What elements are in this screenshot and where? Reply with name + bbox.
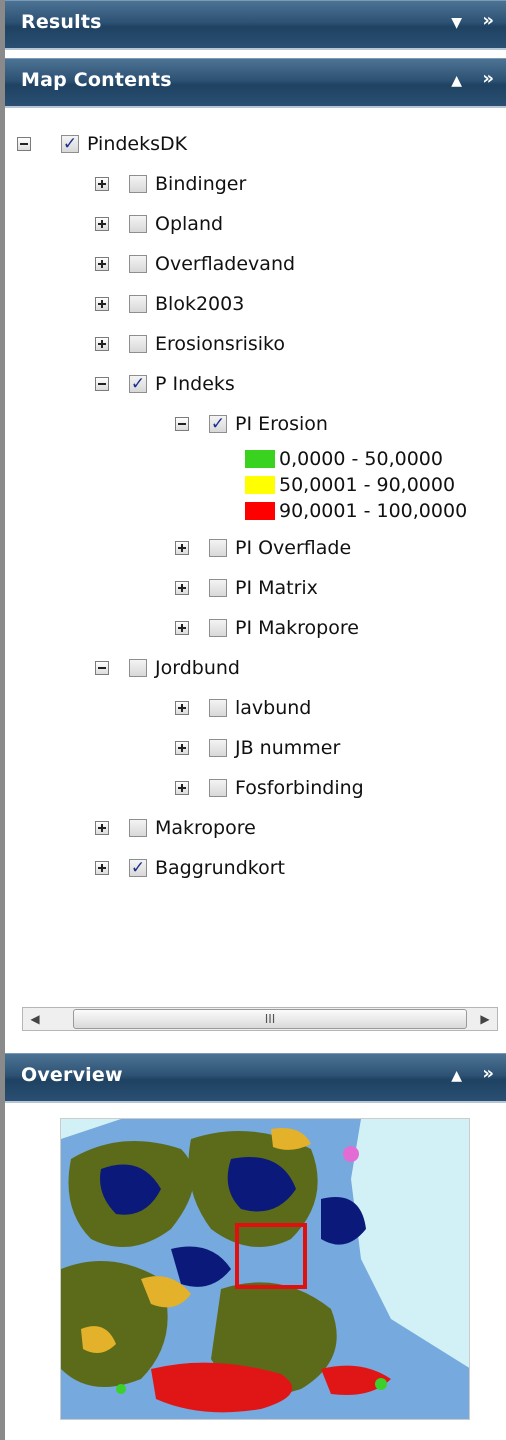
double-chevron-right-icon[interactable]: » [482,68,494,89]
tree-node-pi-matrix[interactable]: PI Matrix [175,573,318,603]
layer-label: Erosionsrisiko [155,333,285,355]
layer-label: PI Overflade [235,537,352,559]
legend-swatch-red [245,502,275,520]
triangle-up-icon[interactable]: ▲ [451,73,462,89]
expand-icon[interactable] [95,861,109,875]
double-chevron-right-icon[interactable]: » [482,10,494,31]
checkbox-pi-makropore[interactable] [209,619,227,637]
layer-label: PindeksDK [87,133,188,155]
legend-swatch-green [245,450,275,468]
legend-label: 50,0001 - 90,0000 [279,474,456,496]
triangle-up-icon[interactable]: ▲ [451,1068,462,1084]
layer-label: PI Erosion [235,413,328,435]
expand-icon[interactable] [95,217,109,231]
collapse-icon[interactable] [95,661,109,675]
layer-label: Bindinger [155,173,247,195]
checkbox-blok2003[interactable] [129,295,147,313]
layer-label: PI Makropore [235,617,359,639]
overview-panel-header[interactable]: Overview ▲ » [5,1053,506,1103]
scroll-left-arrow-icon[interactable]: ◀ [23,1008,47,1030]
layer-label: Jordbund [155,657,240,679]
tree-node-baggrundkort[interactable]: ✓ Baggrundkort [95,853,285,883]
expand-icon[interactable] [175,741,189,755]
tree-node-erosionsrisiko[interactable]: Erosionsrisiko [95,329,285,359]
double-chevron-right-icon[interactable]: » [482,1063,494,1084]
checkbox-p-indeks[interactable]: ✓ [129,375,147,393]
layer-label: Opland [155,213,224,235]
overview-map[interactable] [60,1118,470,1420]
tree-node-p-indeks[interactable]: ✓ P Indeks [95,369,235,399]
layer-label: Overfladevand [155,253,296,275]
expand-icon[interactable] [95,337,109,351]
expand-icon[interactable] [95,297,109,311]
expand-icon[interactable] [175,701,189,715]
tree-node-pi-erosion[interactable]: ✓ PI Erosion [175,409,328,439]
legend-label: 0,0000 - 50,0000 [279,448,443,470]
tree-node-makropore[interactable]: Makropore [95,813,256,843]
layer-label: Blok2003 [155,293,245,315]
scroll-right-arrow-icon[interactable]: ▶ [473,1008,497,1030]
overview-map-image [61,1119,469,1419]
layer-tree: ✓ PindeksDK Bindinger Opland Overfladeva… [5,115,506,1010]
expand-icon[interactable] [95,257,109,271]
checkbox-pi-overflade[interactable] [209,539,227,557]
map-contents-panel-header[interactable]: Map Contents ▲ » [5,58,506,108]
layer-label: PI Matrix [235,577,318,599]
overview-title: Overview [21,1064,123,1086]
tree-node-opland[interactable]: Opland [95,209,223,239]
checkbox-pi-erosion[interactable]: ✓ [209,415,227,433]
tree-node-overfladevand[interactable]: Overfladevand [95,249,295,279]
checkbox-bindinger[interactable] [129,175,147,193]
layer-label: lavbund [235,697,312,719]
tree-node-jb-nummer[interactable]: JB nummer [175,733,340,763]
legend-item: 90,0001 - 100,0000 [245,499,467,523]
checkbox-jb-nummer[interactable] [209,739,227,757]
tree-node-blok2003[interactable]: Blok2003 [95,289,244,319]
layer-label: Fosforbinding [235,777,364,799]
expand-icon[interactable] [175,581,189,595]
scrollbar-thumb[interactable]: III [73,1009,467,1029]
layer-label: Makropore [155,817,256,839]
layer-label: Baggrundkort [155,857,285,879]
legend-label: 90,0001 - 100,0000 [279,500,468,522]
checkbox-fosforbinding[interactable] [209,779,227,797]
legend-item: 50,0001 - 90,0000 [245,473,455,497]
expand-icon[interactable] [175,541,189,555]
checkbox-erosionsrisiko[interactable] [129,335,147,353]
tree-node-lavbund[interactable]: lavbund [175,693,311,723]
checkbox-opland[interactable] [129,215,147,233]
checkbox-makropore[interactable] [129,819,147,837]
tree-node-pi-overflade[interactable]: PI Overflade [175,533,351,563]
checkbox-pindeksdk[interactable]: ✓ [61,135,79,153]
triangle-down-icon[interactable]: ▼ [451,15,462,31]
checkbox-jordbund[interactable] [129,659,147,677]
expand-icon[interactable] [175,781,189,795]
horizontal-scrollbar[interactable]: ◀ III ▶ [22,1007,498,1031]
map-contents-title: Map Contents [21,69,172,91]
tree-node-fosforbinding[interactable]: Fosforbinding [175,773,364,803]
layer-label: P Indeks [155,373,235,395]
scrollbar-grip-icon: III [264,1012,276,1026]
checkbox-lavbund[interactable] [209,699,227,717]
expand-icon[interactable] [95,177,109,191]
tree-node-pi-makropore[interactable]: PI Makropore [175,613,359,643]
results-panel-header[interactable]: Results ▼ » [5,0,506,50]
results-title: Results [21,11,102,33]
tree-node-pindeksdk[interactable]: ✓ PindeksDK [17,129,187,159]
collapse-icon[interactable] [95,377,109,391]
legend-item: 0,0000 - 50,0000 [245,447,443,471]
layer-label: JB nummer [235,737,341,759]
tree-node-bindinger[interactable]: Bindinger [95,169,246,199]
expand-icon[interactable] [95,821,109,835]
collapse-icon[interactable] [17,137,31,151]
checkbox-pi-matrix[interactable] [209,579,227,597]
collapse-icon[interactable] [175,417,189,431]
checkbox-baggrundkort[interactable]: ✓ [129,859,147,877]
legend-swatch-yellow [245,476,275,494]
checkbox-overfladevand[interactable] [129,255,147,273]
expand-icon[interactable] [175,621,189,635]
tree-node-jordbund[interactable]: Jordbund [95,653,240,683]
